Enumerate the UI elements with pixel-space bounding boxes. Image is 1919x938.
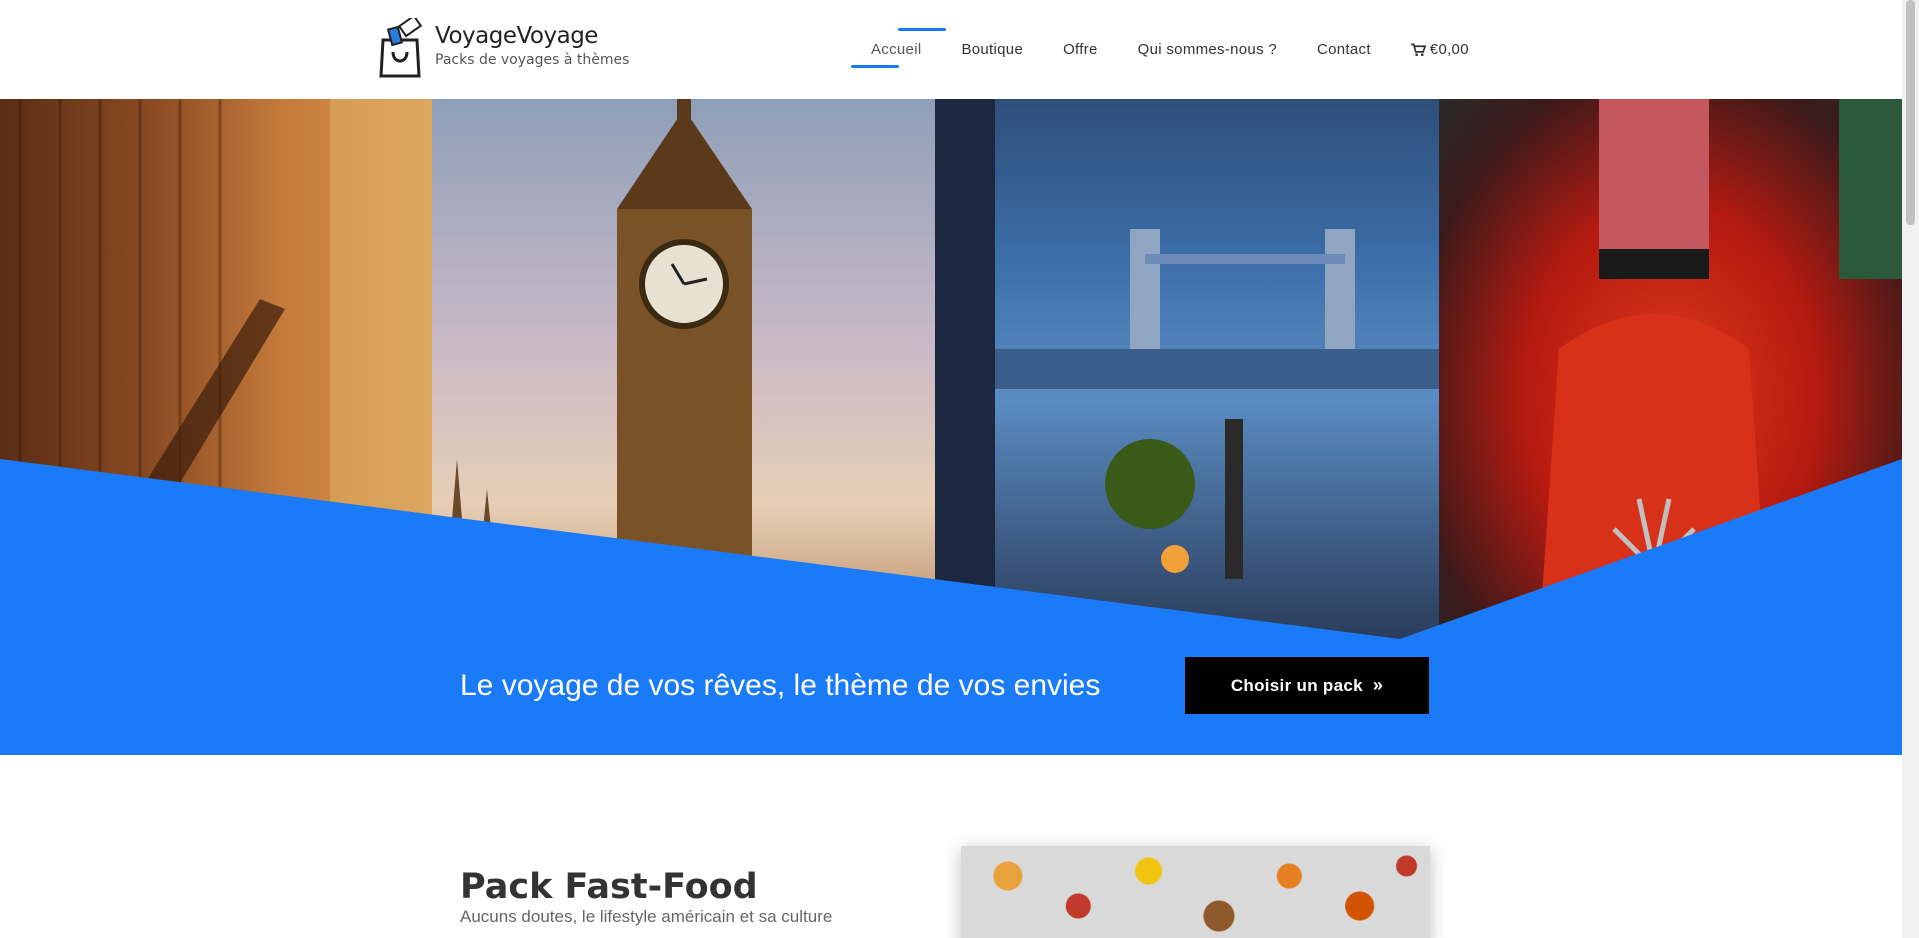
nav-label: Contact xyxy=(1317,41,1371,58)
nav-label: Accueil xyxy=(871,41,922,58)
nav-item-boutique[interactable]: Boutique xyxy=(961,0,1023,99)
nav-label: Boutique xyxy=(961,41,1024,58)
nav-item-qui-sommes-nous[interactable]: Qui sommes-nous ? xyxy=(1138,0,1277,99)
site-header: VoyageVoyage Packs de voyages à thèmes A… xyxy=(0,0,1902,99)
scrollbar-thumb[interactable] xyxy=(1906,0,1915,225)
vertical-scrollbar[interactable] xyxy=(1902,0,1919,938)
cart-total: €0,00 xyxy=(1429,41,1469,58)
double-chevron-right-icon: » xyxy=(1372,675,1384,695)
nav-label: Offre xyxy=(1063,41,1098,58)
main-nav: Accueil Boutique Offre Qui sommes-nous ?… xyxy=(851,0,1489,99)
nav-item-accueil[interactable]: Accueil xyxy=(851,0,946,99)
hero-headline: Le voyage de vos rêves, le thème de vos … xyxy=(460,669,1101,702)
shopping-bag-logo-icon xyxy=(379,18,423,78)
section-text: Aucuns doutes, le lifestyle américain et… xyxy=(460,907,833,926)
active-indicator-bottom xyxy=(851,65,899,68)
active-indicator-top xyxy=(898,28,946,31)
page: VoyageVoyage Packs de voyages à thèmes A… xyxy=(0,0,1902,938)
choose-pack-button[interactable]: Choisir un pack » xyxy=(1185,657,1429,714)
nav-item-contact[interactable]: Contact xyxy=(1317,0,1371,99)
nav-item-offre[interactable]: Offre xyxy=(1063,0,1098,99)
shopping-cart-icon xyxy=(1410,43,1426,56)
logo-link[interactable]: VoyageVoyage Packs de voyages à thèmes xyxy=(375,18,629,78)
hero-blue-overlay xyxy=(0,459,1902,755)
nav-label: Qui sommes-nous ? xyxy=(1137,41,1277,58)
nav-cart[interactable]: €0,00 xyxy=(1410,0,1469,99)
fast-food-illustration xyxy=(961,846,1430,938)
cta-label: Choisir un pack xyxy=(1230,675,1363,695)
site-tagline: Packs de voyages à thèmes xyxy=(435,52,630,68)
site-title[interactable]: VoyageVoyage xyxy=(435,22,629,50)
hero-banner: Le voyage de vos rêves, le thème de vos … xyxy=(0,99,1902,755)
